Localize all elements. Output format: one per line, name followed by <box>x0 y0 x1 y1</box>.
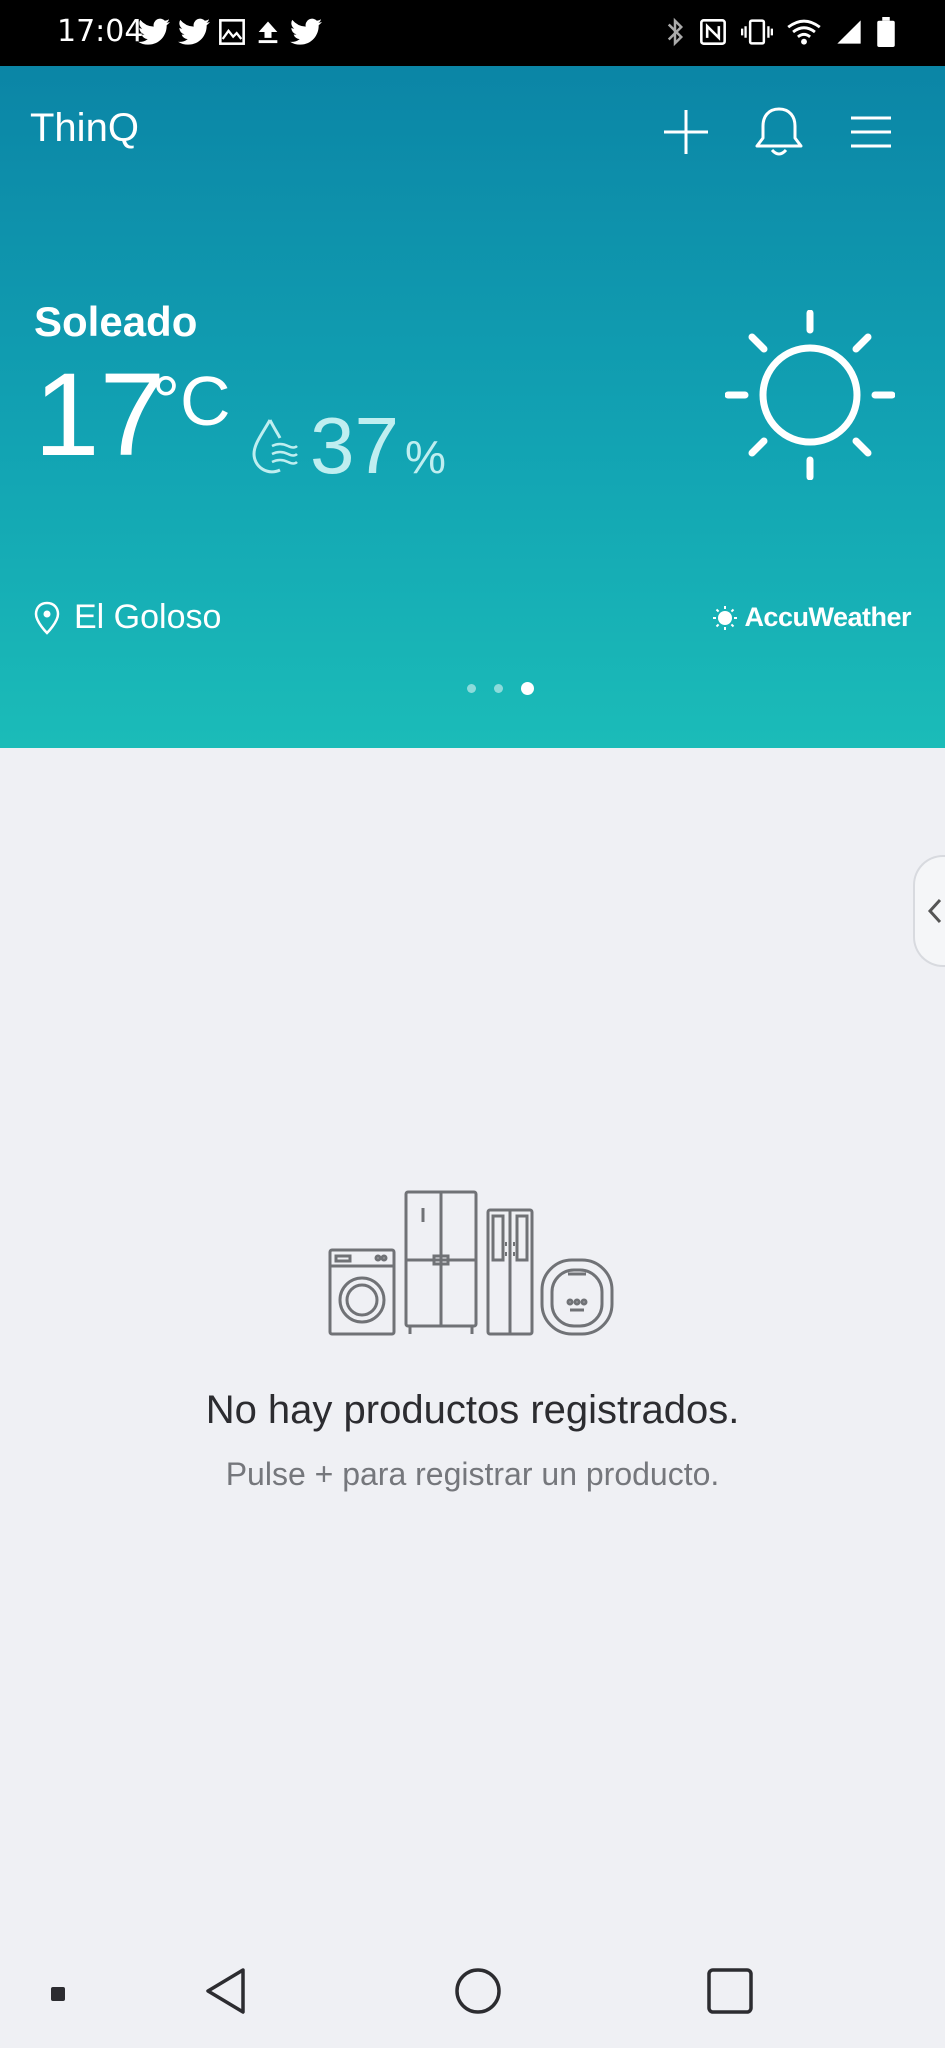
add-product-button[interactable] <box>660 106 712 158</box>
twitter-icon <box>290 18 322 46</box>
battery-icon <box>877 17 895 47</box>
location[interactable]: El Goloso <box>34 598 221 637</box>
status-time: 17:04 <box>57 14 144 49</box>
back-icon[interactable] <box>203 1966 249 2021</box>
menu-button[interactable] <box>845 106 897 158</box>
twitter-icon <box>178 18 210 46</box>
image-icon <box>218 18 246 46</box>
status-notification-icons <box>138 14 322 50</box>
location-pin-icon <box>34 601 60 635</box>
side-panel-handle[interactable] <box>913 855 945 967</box>
square-dot-icon[interactable] <box>50 1986 66 2007</box>
home-icon[interactable] <box>453 1966 503 2021</box>
plus-icon <box>664 110 708 154</box>
bluetooth-icon <box>665 17 685 47</box>
bell-icon <box>755 107 803 156</box>
page-dot-active[interactable] <box>521 682 534 695</box>
notifications-button[interactable] <box>753 106 805 158</box>
accuweather-label: AccuWeather <box>744 602 911 632</box>
empty-state-title: No hay productos registrados. <box>205 1388 740 1432</box>
location-name: El Goloso <box>74 598 222 636</box>
weather-condition: Soleado <box>34 298 198 345</box>
sun-icon <box>724 309 896 485</box>
upload-icon <box>254 18 282 46</box>
empty-state-subtitle: Pulse + para registrar un producto. <box>225 1456 720 1492</box>
appliances-icon <box>326 1190 616 1345</box>
recents-icon[interactable] <box>705 1966 755 2021</box>
twitter-icon <box>138 18 170 46</box>
vibrate-icon <box>741 18 773 46</box>
navigation-bar <box>0 1938 945 2048</box>
humidity-unit: % <box>405 431 446 483</box>
weather-page-indicator <box>28 682 945 695</box>
wifi-icon <box>787 18 821 46</box>
humidity-icon <box>250 416 298 479</box>
hamburger-menu-icon <box>851 116 891 148</box>
accuweather-logo[interactable]: AccuWeather <box>712 602 911 633</box>
chevron-left-icon <box>927 898 942 924</box>
page-dot[interactable] <box>467 684 476 693</box>
weather-header: ThinQ Soleado 17 °C 37 % El Goloso AccuW… <box>0 66 945 748</box>
nfc-icon <box>699 18 727 46</box>
temperature-unit: °C <box>152 362 231 440</box>
status-system-icons <box>665 14 895 50</box>
humidity-value: 37 <box>310 401 399 490</box>
status-bar: 17:04 <box>0 0 945 66</box>
app-title: ThinQ <box>30 106 139 150</box>
signal-icon <box>835 18 863 46</box>
accuweather-sun-icon <box>713 605 738 630</box>
page-dot[interactable] <box>494 684 503 693</box>
temperature-value: 17 <box>34 349 166 481</box>
